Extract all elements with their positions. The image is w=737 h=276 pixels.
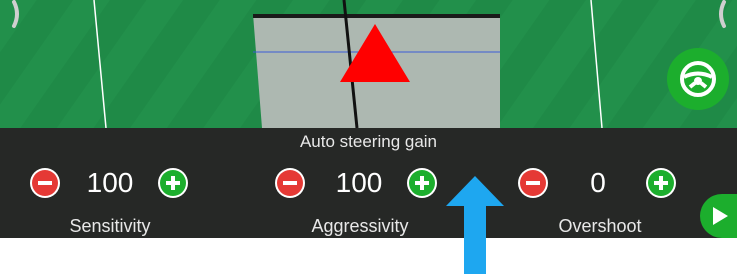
aggressivity-label: Aggressivity: [311, 216, 409, 236]
plus-icon: [409, 170, 435, 196]
overshoot-control: 0: [518, 166, 728, 200]
overshoot-value: 0: [590, 167, 606, 198]
aggressivity-value: 100: [335, 167, 383, 198]
play-button[interactable]: [700, 194, 737, 238]
annotation-arrow-icon: [446, 176, 504, 274]
overshoot-increase-button[interactable]: [646, 168, 676, 198]
sensitivity-decrease-button[interactable]: [30, 168, 60, 198]
steering-wheel-icon: [680, 61, 716, 97]
overshoot-decrease-button[interactable]: [518, 168, 548, 198]
aggressivity-decrease-button[interactable]: [275, 168, 305, 198]
plus-icon: [160, 170, 186, 196]
vehicle-marker-icon: [340, 24, 410, 82]
minus-icon: [32, 170, 58, 196]
panel-title: Auto steering gain: [299, 132, 438, 151]
minus-icon: [520, 170, 546, 196]
auto-steer-button[interactable]: [667, 48, 729, 110]
field-map[interactable]: [0, 0, 737, 128]
play-icon: [713, 207, 728, 225]
sensitivity-value: 100: [86, 167, 134, 198]
minus-icon: [277, 170, 303, 196]
aggressivity-increase-button[interactable]: [407, 168, 437, 198]
sensitivity-increase-button[interactable]: [158, 168, 188, 198]
sensitivity-label: Sensitivity: [69, 216, 151, 236]
overshoot-label: Overshoot: [558, 216, 642, 236]
plus-icon: [648, 170, 674, 196]
sensitivity-control: 100: [30, 166, 240, 200]
